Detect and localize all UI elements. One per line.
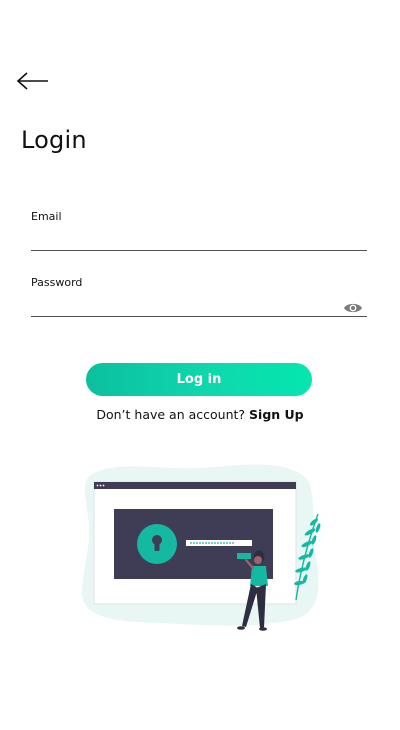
arrow-left-icon — [16, 72, 48, 90]
back-button[interactable] — [14, 68, 54, 96]
signup-prompt-text: Don’t have an account? — [96, 407, 246, 422]
password-field-group: Password — [31, 276, 367, 317]
email-field-group: Email — [31, 210, 367, 251]
signup-link[interactable]: Sign Up — [249, 407, 304, 422]
email-input[interactable] — [31, 226, 367, 251]
login-illustration-icon — [81, 464, 321, 631]
password-input[interactable] — [31, 292, 367, 317]
login-illustration — [78, 462, 324, 634]
password-visibility-toggle[interactable] — [343, 300, 363, 314]
eye-icon — [344, 303, 362, 313]
signup-prompt: Don’t have an account? Sign Up — [0, 407, 400, 422]
email-label: Email — [31, 210, 62, 223]
login-button[interactable]: Log in — [86, 363, 312, 396]
password-label: Password — [31, 276, 83, 289]
page-title: Login — [21, 126, 87, 154]
